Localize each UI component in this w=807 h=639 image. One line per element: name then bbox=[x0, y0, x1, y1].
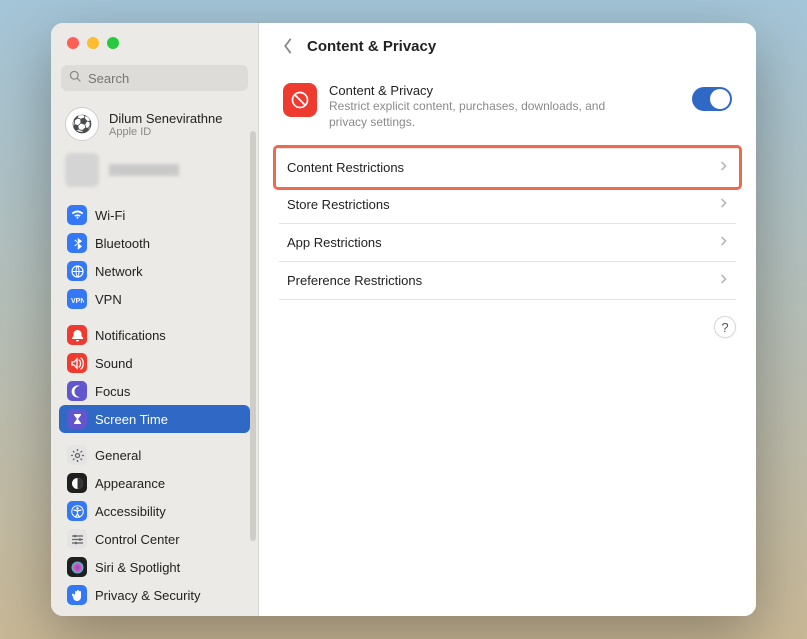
chevron-right-icon bbox=[720, 273, 728, 288]
sidebar: ⚽ Dilum Senevirathne Apple ID Wi-Fi Bluet… bbox=[51, 23, 259, 616]
appearance-icon bbox=[67, 473, 87, 493]
sidebar-item-control-center[interactable]: Control Center bbox=[59, 525, 250, 553]
chevron-right-icon bbox=[720, 160, 728, 175]
account-name: Dilum Senevirathne bbox=[109, 111, 222, 126]
sidebar-item-accessibility[interactable]: Accessibility bbox=[59, 497, 250, 525]
account-sub: Apple ID bbox=[109, 126, 222, 138]
chevron-right-icon bbox=[720, 197, 728, 212]
globe-icon bbox=[67, 261, 87, 281]
sidebar-item-label: Accessibility bbox=[95, 504, 166, 519]
minimize-window-button[interactable] bbox=[87, 37, 99, 49]
sidebar-item-notifications[interactable]: Notifications bbox=[59, 321, 250, 349]
sidebar-item-label: Network bbox=[95, 264, 143, 279]
settings-window: ⚽ Dilum Senevirathne Apple ID Wi-Fi Bluet… bbox=[51, 23, 756, 616]
sidebar-scrollbar[interactable] bbox=[250, 131, 256, 541]
bell-icon bbox=[67, 325, 87, 345]
moon-icon bbox=[67, 381, 87, 401]
siri-icon bbox=[67, 557, 87, 577]
gear-icon bbox=[67, 445, 87, 465]
family-avatar bbox=[65, 153, 99, 187]
sidebar-item-wi-fi[interactable]: Wi-Fi bbox=[59, 201, 250, 229]
restriction-row-app-restrictions[interactable]: App Restrictions bbox=[279, 224, 736, 262]
fullscreen-window-button[interactable] bbox=[107, 37, 119, 49]
sidebar-item-bluetooth[interactable]: Bluetooth bbox=[59, 229, 250, 257]
content-privacy-hero: Content & Privacy Restrict explicit cont… bbox=[279, 75, 736, 148]
accessibility-icon bbox=[67, 501, 87, 521]
sidebar-item-label: Appearance bbox=[95, 476, 165, 491]
sidebar-item-label: Siri & Spotlight bbox=[95, 560, 180, 575]
back-button[interactable] bbox=[279, 37, 297, 55]
hand-icon bbox=[67, 585, 87, 605]
hero-title: Content & Privacy bbox=[329, 83, 680, 98]
family-label-redacted bbox=[109, 164, 179, 176]
sidebar-item-label: Bluetooth bbox=[95, 236, 150, 251]
vpn-icon: VPN bbox=[67, 289, 87, 309]
family-row[interactable] bbox=[51, 147, 258, 197]
restriction-row-store-restrictions[interactable]: Store Restrictions bbox=[279, 186, 736, 224]
sidebar-item-focus[interactable]: Focus bbox=[59, 377, 250, 405]
sidebar-item-sound[interactable]: Sound bbox=[59, 349, 250, 377]
restriction-row-content-restrictions[interactable]: Content Restrictions bbox=[279, 149, 736, 186]
restriction-row-preference-restrictions[interactable]: Preference Restrictions bbox=[279, 262, 736, 300]
avatar: ⚽ bbox=[65, 107, 99, 141]
restrictions-list: Content Restrictions Store Restrictions Ap… bbox=[279, 148, 736, 300]
row-label: Content Restrictions bbox=[287, 160, 404, 175]
row-label: App Restrictions bbox=[287, 235, 382, 250]
row-label: Preference Restrictions bbox=[287, 273, 422, 288]
sidebar-item-privacy-security[interactable]: Privacy & Security bbox=[59, 581, 250, 609]
hero-description: Restrict explicit content, purchases, do… bbox=[329, 98, 619, 130]
sidebar-item-label: General bbox=[95, 448, 141, 463]
controls-icon bbox=[67, 529, 87, 549]
annotation-highlight: Content Restrictions bbox=[273, 145, 742, 190]
hourglass-icon bbox=[67, 409, 87, 429]
sidebar-item-appearance[interactable]: Appearance bbox=[59, 469, 250, 497]
sidebar-item-label: Sound bbox=[95, 356, 133, 371]
chevron-right-icon bbox=[720, 235, 728, 250]
window-controls bbox=[51, 23, 258, 61]
no-symbol-icon bbox=[283, 83, 317, 117]
apple-id-account[interactable]: ⚽ Dilum Senevirathne Apple ID bbox=[51, 101, 258, 147]
speaker-icon bbox=[67, 353, 87, 373]
sidebar-item-vpn[interactable]: VPN VPN bbox=[59, 285, 250, 313]
sidebar-item-network[interactable]: Network bbox=[59, 257, 250, 285]
bluetooth-icon bbox=[67, 233, 87, 253]
sidebar-item-label: Control Center bbox=[95, 532, 180, 547]
sidebar-item-general[interactable]: General bbox=[59, 441, 250, 469]
close-window-button[interactable] bbox=[67, 37, 79, 49]
sidebar-item-label: Focus bbox=[95, 384, 130, 399]
content-pane: Content & Privacy Content & Privacy Rest… bbox=[259, 23, 756, 616]
sidebar-item-siri-spotlight[interactable]: Siri & Spotlight bbox=[59, 553, 250, 581]
wifi-icon bbox=[67, 205, 87, 225]
sidebar-item-label: Privacy & Security bbox=[95, 588, 200, 603]
search-icon bbox=[69, 70, 82, 86]
help-button[interactable]: ? bbox=[714, 316, 736, 338]
content-privacy-toggle[interactable] bbox=[692, 87, 732, 111]
search-field[interactable] bbox=[61, 65, 248, 91]
sidebar-item-label: Wi-Fi bbox=[95, 208, 125, 223]
svg-text:VPN: VPN bbox=[71, 298, 84, 305]
sidebar-item-label: Notifications bbox=[95, 328, 166, 343]
sidebar-item-label: Screen Time bbox=[95, 412, 168, 427]
row-label: Store Restrictions bbox=[287, 197, 390, 212]
search-input[interactable] bbox=[88, 71, 258, 86]
page-title: Content & Privacy bbox=[307, 38, 436, 55]
sidebar-item-screen-time[interactable]: Screen Time bbox=[59, 405, 250, 433]
sidebar-item-label: VPN bbox=[95, 292, 122, 307]
